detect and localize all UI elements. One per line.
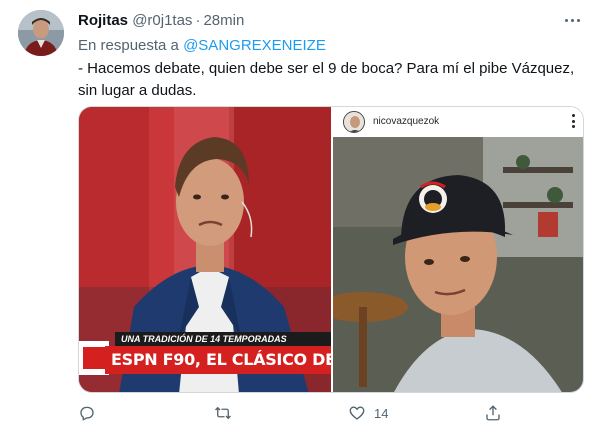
user-handle[interactable]: @r0j1tas: [132, 12, 192, 29]
reply-button[interactable]: [78, 402, 96, 424]
share-button[interactable]: [484, 402, 502, 424]
retweet-icon: [215, 406, 231, 420]
like-count: 14: [374, 405, 389, 421]
reply-context: En respuesta a @SANGREXENEIZE: [78, 37, 326, 54]
avatar-image: [18, 10, 64, 56]
retweet-button[interactable]: [214, 402, 232, 424]
separator-dot: ·: [195, 12, 201, 29]
display-name[interactable]: Rojitas: [78, 12, 128, 29]
instagram-avatar: [343, 111, 365, 133]
tweet[interactable]: Rojitas @r0j1tas · 28min En respuesta a @S…: [0, 0, 597, 431]
share-icon: [486, 405, 500, 421]
instagram-header: nicovazquezok: [333, 107, 583, 137]
tweet-header: Rojitas @r0j1tas · 28min: [78, 12, 244, 29]
media-image-right[interactable]: nicovazquezok: [333, 107, 583, 392]
chyron-main: ESPN F90, EL CLÁSICO DE CADA MEDI: [105, 346, 331, 374]
reply-to-handle[interactable]: @SANGREXENEIZE: [183, 37, 326, 54]
reply-bubble-icon: [80, 406, 94, 421]
like-button[interactable]: 14: [348, 402, 388, 424]
chyron-top: UNA TRADICIÓN DE 14 TEMPORADAS: [115, 332, 331, 346]
media-grid[interactable]: UNA TRADICIÓN DE 14 TEMPORADAS ESPN F90,…: [78, 106, 584, 393]
media-image-left[interactable]: UNA TRADICIÓN DE 14 TEMPORADAS ESPN F90,…: [79, 107, 331, 392]
tweet-actions: 14: [78, 402, 518, 426]
avatar[interactable]: [18, 10, 64, 56]
instagram-more-icon: [572, 114, 575, 128]
reply-prefix: En respuesta a: [78, 37, 179, 54]
heart-icon: [349, 406, 365, 420]
timestamp[interactable]: 28min: [203, 12, 244, 29]
more-options-icon[interactable]: [561, 12, 583, 28]
instagram-selfie-image: [333, 137, 583, 392]
tweet-text: - Hacemos debate, quien debe ser el 9 de…: [78, 60, 575, 99]
instagram-username: nicovazquezok: [373, 116, 440, 127]
